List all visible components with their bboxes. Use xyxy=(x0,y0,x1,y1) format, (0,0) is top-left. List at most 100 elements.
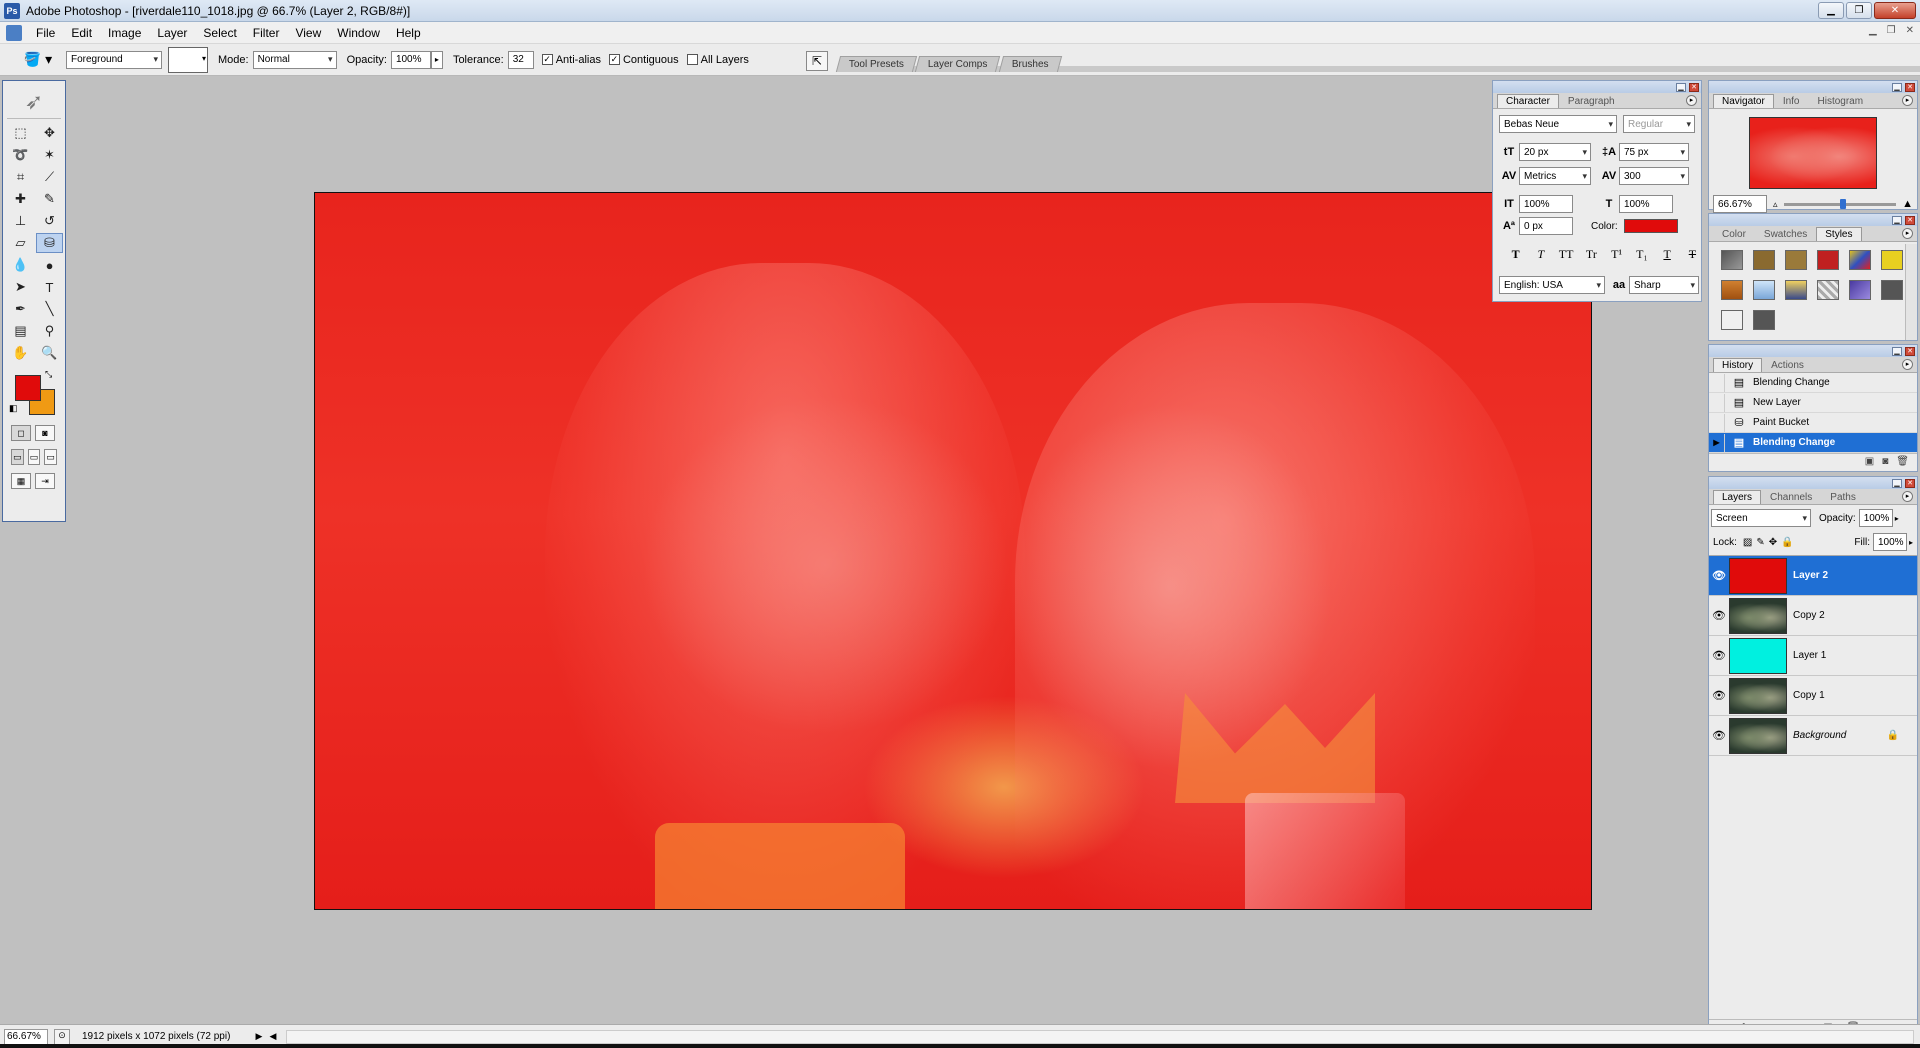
style-swatch[interactable] xyxy=(1817,280,1839,300)
pen-tool-icon[interactable]: ✒ xyxy=(7,299,34,319)
navigator-thumbnail[interactable] xyxy=(1749,117,1877,189)
swap-colors-icon[interactable]: ⤡ xyxy=(45,369,52,380)
blur-tool-icon[interactable]: 💧 xyxy=(7,255,34,275)
default-colors-icon[interactable]: ◧ xyxy=(9,403,18,414)
eyedropper-tool-icon[interactable]: ⚲ xyxy=(36,321,63,341)
font-style-select[interactable]: Regular xyxy=(1623,115,1695,133)
document-icon[interactable] xyxy=(6,24,22,41)
new-document-from-state-icon[interactable]: ▣ xyxy=(1865,456,1874,467)
layer-row-copy-2[interactable]: 👁 Copy 2 xyxy=(1709,596,1917,636)
lock-image-icon[interactable]: ✎ xyxy=(1756,537,1764,548)
visibility-eye-icon[interactable]: 👁 xyxy=(1709,729,1729,742)
minimize-icon[interactable]: ▁ xyxy=(1818,2,1844,19)
tolerance-field[interactable]: 32 xyxy=(507,50,534,69)
standard-screen-mode-icon[interactable]: ▭ xyxy=(11,449,24,465)
text-color-chip[interactable] xyxy=(1623,219,1678,233)
leading-select[interactable]: 75 px xyxy=(1619,143,1689,161)
panel-close-icon[interactable]: ✕ xyxy=(1905,346,1915,356)
style-swatch[interactable] xyxy=(1849,280,1871,300)
styles-scrollbar[interactable] xyxy=(1905,244,1917,340)
history-state[interactable]: ▤ New Layer xyxy=(1709,393,1917,413)
tracking-select[interactable]: 300 xyxy=(1619,167,1689,185)
photoshop-app-icon[interactable]: Ps xyxy=(4,2,20,19)
history-state[interactable]: ▤ Blending Change xyxy=(1709,373,1917,393)
paint-bucket-tool-icon[interactable]: ⛁ xyxy=(36,233,63,253)
layer-row-copy-1[interactable]: 👁 Copy 1 xyxy=(1709,676,1917,716)
kerning-select[interactable]: Metrics xyxy=(1519,167,1591,185)
slice-tool-icon[interactable]: ⟋ xyxy=(36,167,63,187)
crop-tool-icon[interactable]: ⌗ xyxy=(7,167,34,187)
foreground-color-swatch[interactable] xyxy=(15,375,41,401)
mode-select[interactable]: Normal xyxy=(252,50,337,69)
notes-tool-icon[interactable]: ▤ xyxy=(7,321,34,341)
tab-paths[interactable]: Paths xyxy=(1821,490,1865,504)
pattern-picker[interactable] xyxy=(168,46,208,73)
new-snapshot-icon[interactable]: ◙ xyxy=(1882,456,1888,467)
style-swatch[interactable] xyxy=(1849,250,1871,270)
well-tab-tool-presets[interactable]: Tool Presets xyxy=(835,56,918,72)
paint-bucket-preset-icon[interactable]: 🪣 ▾ xyxy=(18,47,58,73)
panel-minimize-icon[interactable]: ▁ xyxy=(1892,215,1902,225)
quick-mask-mode-icon[interactable]: ◙ xyxy=(35,425,55,441)
anti-alias-option[interactable]: ✓ Anti-alias xyxy=(541,54,601,66)
panel-minimize-icon[interactable]: ▁ xyxy=(1892,478,1902,488)
menu-select[interactable]: Select xyxy=(195,26,244,40)
history-state-active[interactable]: ▶ ▤ Blending Change xyxy=(1709,433,1917,453)
tab-info[interactable]: Info xyxy=(1774,94,1809,108)
move-tool-icon[interactable]: ✥ xyxy=(36,123,63,143)
all-layers-checkbox[interactable] xyxy=(686,54,698,65)
zoom-in-icon[interactable]: ▲ xyxy=(1902,198,1913,210)
scroll-left-icon[interactable]: ◀ xyxy=(266,1031,280,1042)
visibility-eye-icon[interactable]: 👁 xyxy=(1709,649,1729,662)
menu-view[interactable]: View xyxy=(287,26,329,40)
panel-close-icon[interactable]: ✕ xyxy=(1905,215,1915,225)
tab-histogram[interactable]: Histogram xyxy=(1809,94,1873,108)
dodge-tool-icon[interactable]: ● xyxy=(36,255,63,275)
path-selection-tool-icon[interactable]: ➤ xyxy=(7,277,34,297)
panel-menu-icon[interactable]: ▸ xyxy=(1902,95,1913,106)
layer-row-layer-1[interactable]: 👁 Layer 1 xyxy=(1709,636,1917,676)
style-swatch[interactable] xyxy=(1785,280,1807,300)
doc-minimize-icon[interactable]: ▁ xyxy=(1869,25,1877,36)
style-swatch[interactable] xyxy=(1753,250,1775,270)
all-layers-option[interactable]: All Layers xyxy=(686,54,749,66)
eraser-tool-icon[interactable]: ▱ xyxy=(7,233,34,253)
visibility-eye-icon[interactable]: 👁 xyxy=(1709,689,1729,702)
layer-fill-arrow-icon[interactable]: ▸ xyxy=(1909,538,1913,547)
style-swatch[interactable] xyxy=(1721,310,1743,330)
history-state[interactable]: ⛁ Paint Bucket xyxy=(1709,413,1917,433)
panel-minimize-icon[interactable]: ▁ xyxy=(1892,82,1902,92)
full-screen-menu-mode-icon[interactable]: ▭ xyxy=(27,449,41,465)
navigator-zoom-slider[interactable] xyxy=(1783,198,1897,209)
visibility-eye-icon[interactable]: 👁 xyxy=(1709,609,1729,622)
baseline-shift-field[interactable]: 0 px xyxy=(1519,217,1573,235)
layer-row-layer-2[interactable]: 👁 Layer 2 xyxy=(1709,556,1917,596)
status-preview-icon[interactable]: ⊙ xyxy=(54,1028,70,1045)
panel-close-icon[interactable]: ✕ xyxy=(1905,82,1915,92)
layer-opacity-arrow-icon[interactable]: ▸ xyxy=(1895,514,1899,523)
panel-minimize-icon[interactable]: ▁ xyxy=(1676,82,1686,92)
tab-paragraph[interactable]: Paragraph xyxy=(1559,94,1624,108)
panel-menu-icon[interactable]: ▸ xyxy=(1902,228,1913,239)
opacity-field[interactable]: 100% xyxy=(390,50,431,69)
type-tool-icon[interactable]: T xyxy=(36,277,63,297)
font-family-select[interactable]: Bebas Neue xyxy=(1499,115,1617,133)
font-size-select[interactable]: 20 px xyxy=(1519,143,1591,161)
tab-color[interactable]: Color xyxy=(1713,227,1755,241)
superscript-icon[interactable]: T¹ xyxy=(1608,247,1625,262)
well-tab-brushes[interactable]: Brushes xyxy=(998,56,1062,72)
blend-mode-select[interactable]: Screen xyxy=(1711,509,1811,527)
menu-filter[interactable]: Filter xyxy=(245,26,288,40)
brush-tool-icon[interactable]: ✎ xyxy=(36,189,63,209)
style-swatch[interactable] xyxy=(1753,310,1775,330)
style-swatch[interactable] xyxy=(1881,250,1903,270)
file-browser-icon[interactable]: ▦ xyxy=(11,473,31,489)
menu-help[interactable]: Help xyxy=(388,26,429,40)
healing-brush-tool-icon[interactable]: ✚ xyxy=(7,189,34,209)
panel-minimize-icon[interactable]: ▁ xyxy=(1892,346,1902,356)
anti-alias-method-select[interactable]: Sharp xyxy=(1629,276,1699,294)
language-select[interactable]: English: USA xyxy=(1499,276,1605,294)
line-tool-icon[interactable]: ╲ xyxy=(36,299,63,319)
history-source-checkbox[interactable] xyxy=(1709,373,1725,392)
full-screen-mode-icon[interactable]: ▭ xyxy=(44,449,58,465)
